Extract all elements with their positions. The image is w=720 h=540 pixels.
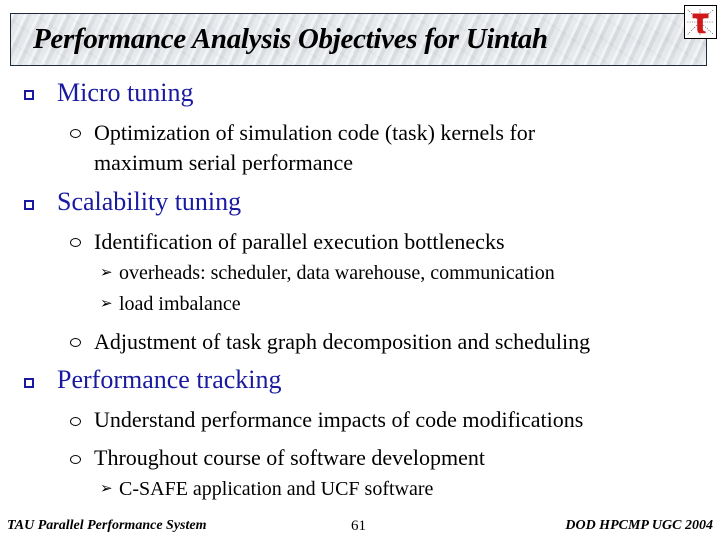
square-bullet-icon: [24, 378, 34, 388]
footer-right: DOD HPCMP UGC 2004: [565, 518, 713, 533]
arrow-bullet-icon: ➢: [100, 265, 113, 281]
title-banner: Performance Analysis Objectives for Uint…: [10, 13, 707, 66]
circle-bullet-icon: [70, 455, 81, 464]
sub-bullet-throughout: Throughout course of software developmen…: [94, 445, 485, 470]
sub-bullet-adjustment: Adjustment of task graph decomposition a…: [94, 329, 591, 354]
sub-bullet-identification: Identification of parallel execution bot…: [94, 229, 505, 254]
page-number: 61: [351, 518, 366, 534]
bullet-micro-tuning: Micro tuning: [57, 78, 194, 107]
circle-bullet-icon: [70, 417, 81, 426]
bullet-scalability-tuning: Scalability tuning: [57, 187, 242, 216]
sub-bullet-optimization-line1: Optimization of simulation code (task) k…: [94, 120, 536, 145]
footer-left: TAU Parallel Performance System: [7, 518, 207, 533]
sub-bullet-optimization-line2: maximum serial performance: [94, 150, 354, 175]
square-bullet-icon: [24, 200, 34, 210]
sub-sub-bullet-load-imbalance: load imbalance: [119, 293, 241, 315]
circle-bullet-icon: [70, 338, 81, 347]
circle-bullet-icon: [70, 129, 81, 138]
arrow-bullet-icon: ➢: [100, 296, 113, 312]
square-bullet-icon: [24, 90, 34, 100]
sub-bullet-understand: Understand performance impacts of code m…: [94, 407, 584, 432]
sub-sub-bullet-overheads: overheads: scheduler, data warehouse, co…: [119, 262, 555, 284]
sub-sub-bullet-csafe: C-SAFE application and UCF software: [119, 478, 434, 500]
circle-bullet-icon: [70, 238, 81, 247]
slide-title: Performance Analysis Objectives for Uint…: [33, 23, 548, 55]
tau-logo-icon: [684, 5, 717, 39]
arrow-bullet-icon: ➢: [100, 481, 113, 497]
bullet-performance-tracking: Performance tracking: [57, 365, 282, 394]
